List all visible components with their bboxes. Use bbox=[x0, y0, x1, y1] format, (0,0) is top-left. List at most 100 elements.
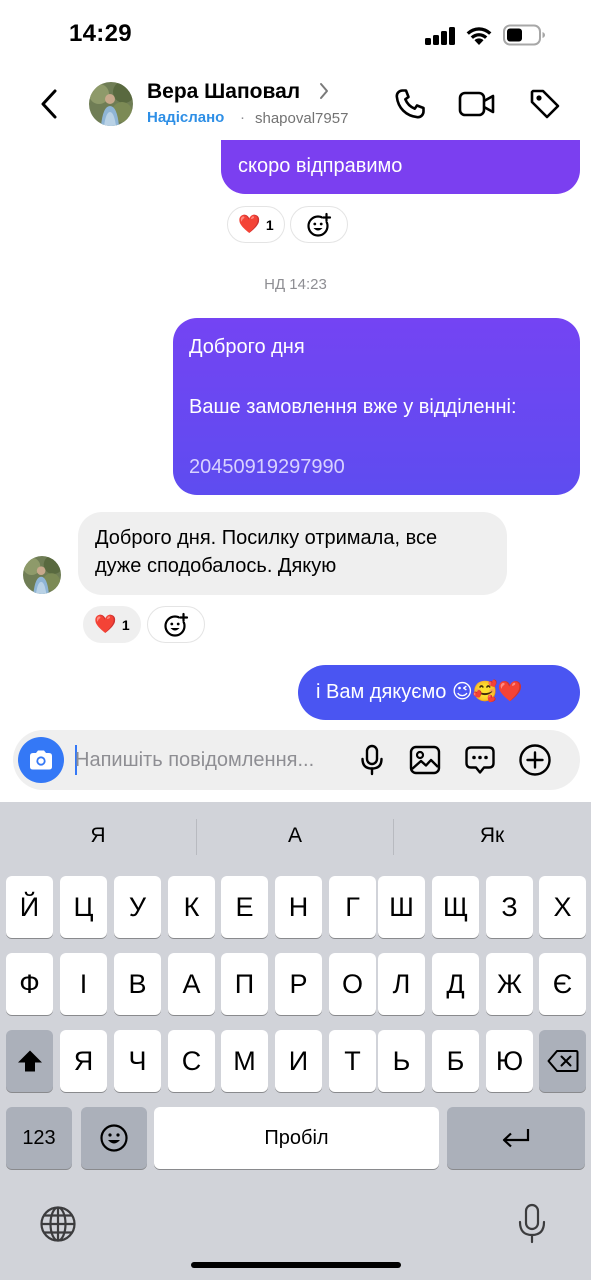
key[interactable]: Е bbox=[221, 876, 268, 938]
key[interactable]: Б bbox=[432, 1030, 479, 1092]
reaction-count: 1 bbox=[121, 616, 130, 633]
message-bubble-outgoing[interactable]: і Вам дякуємо 😉🥰❤️ bbox=[298, 665, 580, 720]
key[interactable]: Ч bbox=[114, 1030, 161, 1092]
tracking-number[interactable]: 20450919297990 bbox=[189, 452, 564, 482]
call-button[interactable] bbox=[390, 84, 430, 124]
key[interactable]: Ф bbox=[6, 953, 53, 1015]
more-options-button[interactable] bbox=[517, 742, 553, 778]
key[interactable]: А bbox=[168, 953, 215, 1015]
chat-header: Вера Шаповал Надіслано · shapoval7957 bbox=[0, 70, 591, 140]
emoji-key[interactable] bbox=[81, 1107, 147, 1169]
key[interactable]: И bbox=[275, 1030, 322, 1092]
key[interactable]: Я bbox=[60, 1030, 107, 1092]
add-reaction-button[interactable] bbox=[147, 606, 205, 643]
key[interactable]: Р bbox=[275, 953, 322, 1015]
delivery-status: Надіслано bbox=[147, 109, 225, 126]
label-button[interactable] bbox=[525, 84, 565, 124]
message-composer bbox=[13, 730, 580, 790]
message-line bbox=[189, 362, 564, 392]
key[interactable]: Й bbox=[6, 876, 53, 938]
key[interactable]: Г bbox=[329, 876, 376, 938]
message-line: дуже сподобалось. Дякую bbox=[95, 555, 337, 577]
status-time: 14:29 bbox=[69, 20, 132, 47]
camera-icon bbox=[30, 750, 52, 770]
key[interactable]: Ь bbox=[378, 1030, 425, 1092]
key[interactable]: Т bbox=[329, 1030, 376, 1092]
key[interactable]: З bbox=[486, 876, 533, 938]
message-text: скоро відправимо bbox=[238, 155, 403, 177]
wifi-icon bbox=[465, 24, 493, 46]
key[interactable]: Л bbox=[378, 953, 425, 1015]
cellular-signal-icon bbox=[425, 27, 457, 45]
key[interactable]: І bbox=[60, 953, 107, 1015]
key[interactable]: С bbox=[168, 1030, 215, 1092]
add-reaction-button[interactable] bbox=[290, 206, 348, 243]
message-bubble-incoming[interactable]: Доброго дня. Посилку отримала, все дуже … bbox=[78, 512, 507, 595]
plus-circle-icon bbox=[519, 744, 551, 776]
chevron-left-icon bbox=[41, 89, 57, 119]
date-separator: НД 14:23 bbox=[264, 276, 327, 293]
add-reaction-icon bbox=[307, 212, 332, 237]
key[interactable]: П bbox=[221, 953, 268, 1015]
message-bubble-outgoing[interactable]: скоро відправимо bbox=[221, 140, 580, 194]
return-key[interactable] bbox=[447, 1107, 585, 1169]
key[interactable]: В bbox=[114, 953, 161, 1015]
key[interactable]: О bbox=[329, 953, 376, 1015]
suggestion-item[interactable]: Я bbox=[0, 824, 196, 848]
key[interactable]: Ц bbox=[60, 876, 107, 938]
heart-reaction-icon: ❤️ bbox=[238, 214, 261, 234]
reaction-count: 1 bbox=[265, 216, 274, 233]
key[interactable]: У bbox=[114, 876, 161, 938]
key[interactable]: К bbox=[168, 876, 215, 938]
chevron-right-icon[interactable] bbox=[318, 82, 330, 105]
status-separator: · bbox=[240, 109, 245, 126]
suggestion-item[interactable]: А bbox=[197, 824, 393, 848]
key[interactable]: Д bbox=[432, 953, 479, 1015]
message-thread[interactable]: скоро відправимо ❤️ 1 НД 14:23 Доброго д… bbox=[0, 140, 591, 725]
message-line: Доброго дня bbox=[189, 336, 305, 358]
shift-key[interactable] bbox=[6, 1030, 53, 1092]
video-call-button[interactable] bbox=[457, 84, 497, 124]
key[interactable]: Н bbox=[275, 876, 322, 938]
voice-message-button[interactable] bbox=[354, 742, 390, 778]
globe-key[interactable] bbox=[38, 1204, 78, 1244]
heart-reaction-icon: ❤️ bbox=[94, 614, 117, 634]
contact-name[interactable]: Вера Шаповал bbox=[147, 80, 300, 104]
back-button[interactable] bbox=[32, 86, 66, 122]
message-input[interactable] bbox=[75, 746, 345, 774]
home-indicator[interactable] bbox=[191, 1262, 401, 1268]
status-bar: 14:29 bbox=[0, 0, 591, 70]
key[interactable]: М bbox=[221, 1030, 268, 1092]
suggestion-item[interactable]: Як bbox=[394, 824, 590, 848]
key[interactable]: Ш bbox=[378, 876, 425, 938]
backspace-key[interactable] bbox=[539, 1030, 586, 1092]
battery-icon bbox=[503, 24, 546, 46]
backspace-icon bbox=[547, 1050, 578, 1072]
quick-replies-button[interactable] bbox=[462, 742, 498, 778]
key[interactable]: Щ bbox=[432, 876, 479, 938]
add-reaction-icon bbox=[164, 612, 189, 637]
reaction-badge[interactable]: ❤️ 1 bbox=[83, 606, 141, 643]
key[interactable]: Ю bbox=[486, 1030, 533, 1092]
reaction-badge[interactable]: ❤️ 1 bbox=[227, 206, 285, 243]
dictation-key[interactable] bbox=[516, 1202, 548, 1246]
tag-icon bbox=[530, 89, 560, 119]
chat-bubble-ellipsis-icon bbox=[465, 746, 495, 774]
numbers-key[interactable]: 123 bbox=[6, 1107, 72, 1169]
message-line bbox=[189, 422, 564, 452]
camera-button[interactable] bbox=[18, 737, 64, 783]
sender-avatar[interactable] bbox=[23, 556, 61, 594]
microphone-icon bbox=[361, 744, 383, 776]
contact-username: shapoval7957 bbox=[255, 110, 349, 127]
gallery-button[interactable] bbox=[407, 742, 443, 778]
key[interactable]: Ж bbox=[486, 953, 533, 1015]
contact-avatar[interactable] bbox=[89, 82, 133, 126]
key[interactable]: Є bbox=[539, 953, 586, 1015]
space-key[interactable]: Пробіл bbox=[154, 1107, 439, 1169]
emoji-icon bbox=[100, 1124, 128, 1152]
key[interactable]: Х bbox=[539, 876, 586, 938]
message-bubble-outgoing[interactable]: Доброго дня Ваше замовлення вже у відділ… bbox=[173, 318, 580, 495]
video-camera-icon bbox=[458, 91, 495, 117]
phone-icon bbox=[395, 89, 425, 119]
message-line: Ваше замовлення вже у відділенні: bbox=[189, 396, 517, 418]
